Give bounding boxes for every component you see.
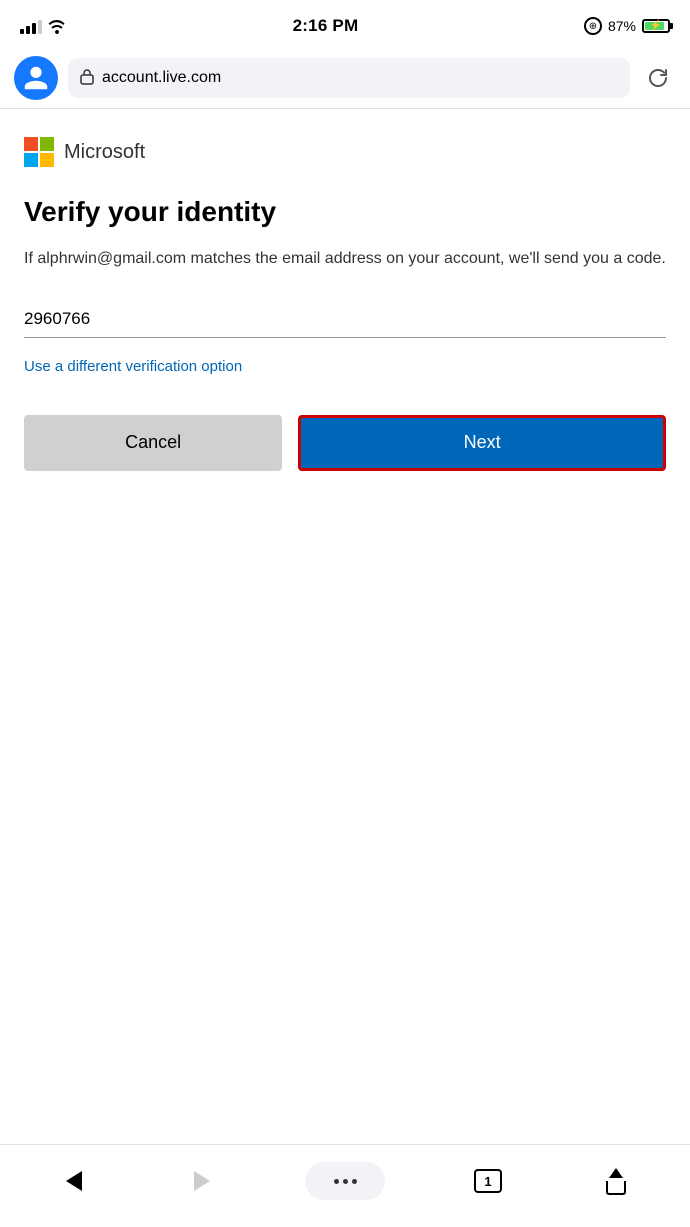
signal-bar-3: [32, 23, 36, 34]
page-description: If alphrwin@gmail.com matches the email …: [24, 247, 666, 271]
dot-icon-1: [334, 1179, 339, 1184]
browser-bar: account.live.com: [0, 48, 690, 109]
ms-square-green: [40, 137, 54, 151]
microsoft-logo: Microsoft: [24, 137, 666, 167]
signal-bar-2: [26, 26, 30, 34]
url-lock-icon: [80, 68, 94, 88]
share-box-icon: [606, 1181, 626, 1195]
ms-square-yellow: [40, 153, 54, 167]
battery-percent: 87%: [608, 18, 636, 34]
ms-square-blue: [24, 153, 38, 167]
url-text: account.live.com: [102, 69, 618, 87]
status-bar: 2:16 PM ⊕ 87% ⚡: [0, 0, 690, 48]
refresh-button[interactable]: [640, 60, 676, 96]
status-right: ⊕ 87% ⚡: [584, 17, 670, 35]
share-button[interactable]: [591, 1159, 641, 1203]
dot-icon-3: [352, 1179, 357, 1184]
screen-lock-icon: ⊕: [584, 17, 602, 35]
page-title: Verify your identity: [24, 195, 666, 229]
signal-bar-1: [20, 29, 24, 34]
verification-input[interactable]: [24, 303, 666, 338]
microsoft-squares-icon: [24, 137, 54, 167]
signal-bars-icon: [20, 18, 42, 34]
more-button[interactable]: [305, 1162, 385, 1200]
page-content: Microsoft Verify your identity If alphrw…: [0, 109, 690, 1144]
next-button[interactable]: Next: [298, 415, 666, 471]
back-button[interactable]: [49, 1159, 99, 1203]
button-row: Cancel Next: [24, 415, 666, 471]
status-time: 2:16 PM: [293, 16, 359, 36]
tab-count-icon: 1: [474, 1169, 502, 1193]
dot-icon-2: [343, 1179, 348, 1184]
verification-input-wrapper: [24, 303, 666, 338]
cancel-button[interactable]: Cancel: [24, 415, 282, 471]
status-left: [20, 18, 67, 34]
alt-verification-link[interactable]: Use a different verification option: [24, 358, 242, 375]
share-icon: [606, 1168, 626, 1195]
tab-button[interactable]: 1: [463, 1159, 513, 1203]
ms-square-red: [24, 137, 38, 151]
share-arrow-icon: [609, 1168, 623, 1178]
forward-button[interactable]: [177, 1159, 227, 1203]
signal-bar-4: [38, 20, 42, 34]
forward-arrow-icon: [194, 1171, 210, 1191]
user-avatar[interactable]: [14, 56, 58, 100]
url-bar[interactable]: account.live.com: [68, 58, 630, 98]
bottom-nav: 1: [0, 1144, 690, 1227]
wifi-icon: [47, 18, 67, 34]
battery-icon: ⚡: [642, 19, 670, 33]
back-arrow-icon: [66, 1171, 82, 1191]
microsoft-brand-name: Microsoft: [64, 141, 145, 164]
